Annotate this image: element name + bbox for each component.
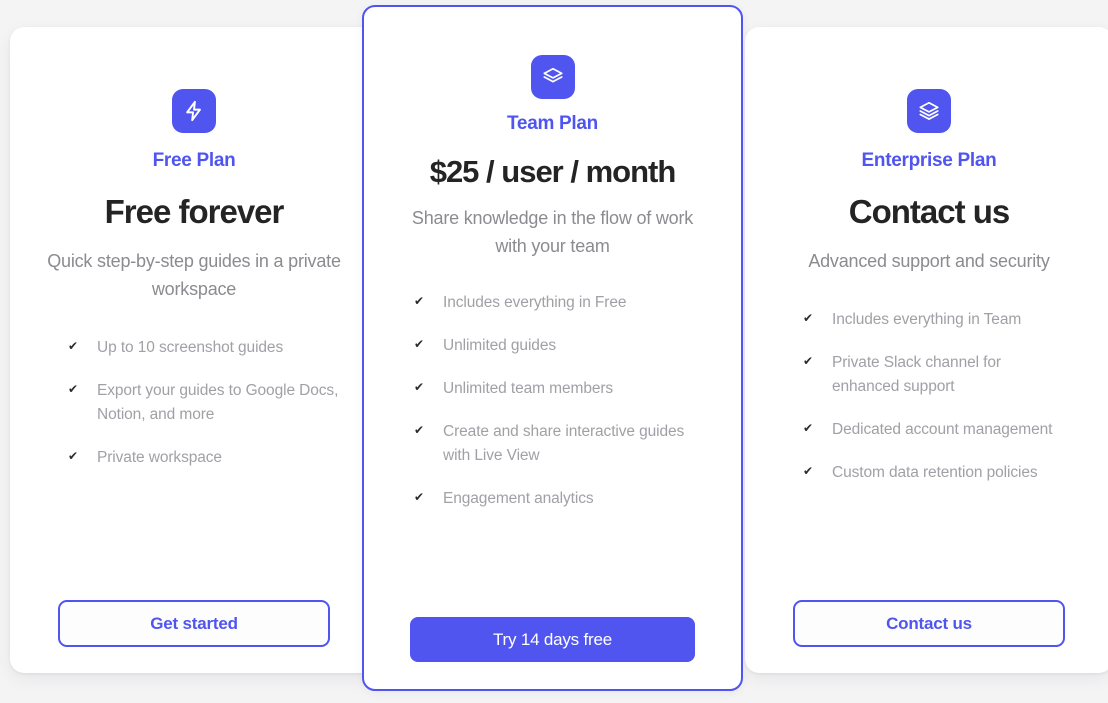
feature-list-team: ✔ Includes everything in Free ✔ Unlimite… [394,291,711,530]
feature-item: ✔ Up to 10 screenshot guides [68,336,344,360]
plan-card-enterprise: Enterprise Plan Contact us Advanced supp… [745,27,1108,673]
feature-label: Up to 10 screenshot guides [97,338,284,356]
check-icon: ✔ [68,338,79,353]
feature-label: Unlimited team members [443,380,614,398]
feature-list-enterprise: ✔ Includes everything in Team ✔ Private … [779,308,1079,504]
contact-us-button[interactable]: Contact us [793,600,1065,647]
feature-label: Private workspace [97,448,222,466]
feature-label: Export your guides to Google Docs, Notio… [97,381,339,423]
plan-description-enterprise: Advanced support and security [808,250,1050,271]
check-icon: ✔ [803,310,814,325]
plan-headline-team: $25 / user / month [429,153,677,189]
check-icon: ✔ [414,380,425,395]
cta-slot-enterprise: Contact us [779,600,1079,673]
feature-label: Engagement analytics [443,490,594,508]
feature-item: ✔ Unlimited team members [414,377,711,401]
feature-label: Includes everything in Team [832,310,1022,328]
check-icon: ✔ [414,294,425,309]
check-icon: ✔ [803,420,814,435]
check-icon: ✔ [68,448,79,463]
feature-item: ✔ Includes everything in Team [803,308,1079,332]
plan-headline-free: Free forever [104,192,285,230]
plan-name-enterprise: Enterprise Plan [861,150,997,171]
check-icon: ✔ [68,381,79,396]
cta-slot-free: Get started [44,600,344,673]
plan-headline-enterprise: Contact us [848,192,1011,230]
pricing-plans-section: Free Plan Free forever Quick step-by-ste… [0,0,1108,703]
layers-stack-icon [907,89,951,133]
get-started-button[interactable]: Get started [58,600,330,647]
feature-item: ✔ Engagement analytics [414,487,711,511]
feature-label: Includes everything in Free [443,294,627,312]
plan-name-free: Free Plan [152,150,236,171]
plan-name-team: Team Plan [507,113,598,134]
plan-card-team: Team Plan $25 / user / month Share knowl… [362,5,743,691]
check-icon: ✔ [414,337,425,352]
feature-list-free: ✔ Up to 10 screenshot guides ✔ Export yo… [44,336,344,489]
check-icon: ✔ [414,423,425,438]
plan-description-free: Quick step-by-step guides in a private w… [47,250,341,299]
feature-label: Dedicated account management [832,420,1053,438]
try-free-trial-button[interactable]: Try 14 days free [410,617,695,662]
feature-item: ✔ Includes everything in Free [414,291,711,315]
feature-label: Custom data retention policies [832,463,1038,481]
feature-label: Unlimited guides [443,337,556,355]
feature-label: Private Slack channel for enhanced suppo… [832,353,1001,395]
plan-card-free: Free Plan Free forever Quick step-by-ste… [10,27,378,673]
feature-item: ✔ Unlimited guides [414,334,711,358]
feature-item: ✔ Export your guides to Google Docs, Not… [68,379,344,427]
check-icon: ✔ [803,463,814,478]
lightning-bolt-icon [172,89,216,133]
check-icon: ✔ [414,490,425,505]
check-icon: ✔ [803,353,814,368]
feature-item: ✔ Dedicated account management [803,418,1079,442]
feature-label: Create and share interactive guides with… [443,423,685,465]
feature-item: ✔ Private Slack channel for enhanced sup… [803,351,1079,399]
plan-description-team: Share knowledge in the flow of work with… [411,208,694,257]
feature-item: ✔ Private workspace [68,446,344,470]
feature-item: ✔ Create and share interactive guides wi… [414,420,711,468]
cta-slot-team: Try 14 days free [394,617,711,689]
feature-item: ✔ Custom data retention policies [803,461,1079,485]
layers-stack-icon [530,55,575,99]
